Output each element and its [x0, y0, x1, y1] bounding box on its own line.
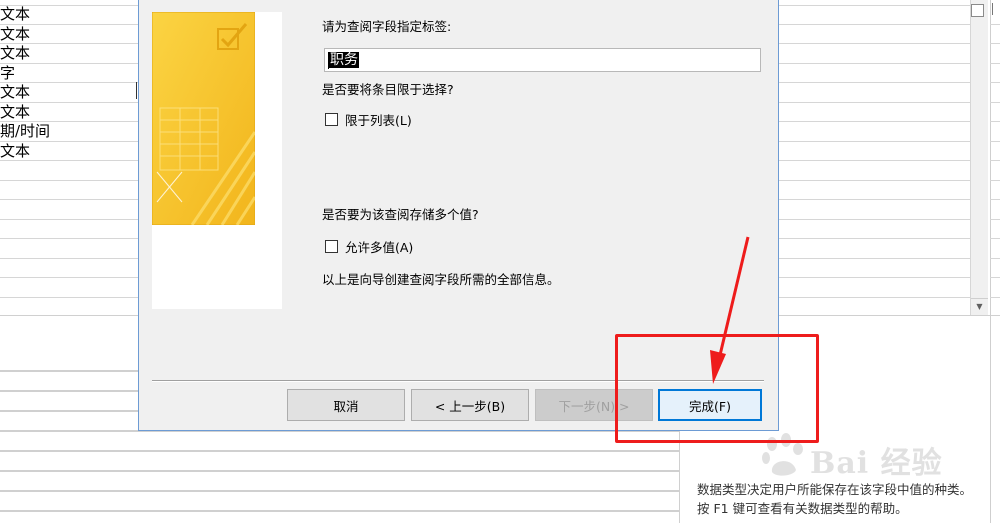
- row-divider: [778, 160, 970, 161]
- table-row[interactable]: [0, 181, 140, 200]
- multi-value-question: 是否要为该查阅存储多个值?: [322, 207, 479, 222]
- table-row[interactable]: 文本: [0, 141, 140, 161]
- lookup-label-input[interactable]: 职务: [324, 48, 761, 72]
- row-divider: [778, 82, 970, 83]
- annotation-arrow-icon: [710, 236, 750, 384]
- limit-to-list-option[interactable]: 限于列表(L): [325, 110, 412, 129]
- table-row[interactable]: [0, 161, 140, 181]
- row-divider: [778, 277, 970, 278]
- table-row[interactable]: [0, 200, 140, 220]
- cell-type: 文本: [0, 24, 31, 43]
- help-description: 数据类型决定用户所能保存在该字段中值的种类。按 F1 键可查看有关数据类型的帮助…: [697, 482, 973, 516]
- property-row-divider: [0, 490, 680, 492]
- limit-to-list-checkbox[interactable]: [325, 113, 338, 126]
- table-row[interactable]: [0, 278, 140, 298]
- allow-multiple-values-checkbox[interactable]: [325, 240, 338, 253]
- wizard-art-panel: [152, 12, 282, 309]
- cell-type: 文本: [0, 44, 31, 62]
- back-button[interactable]: < 上一步(B): [411, 389, 529, 421]
- property-row-divider: [0, 510, 680, 512]
- table-row[interactable]: 文本: [0, 102, 140, 122]
- table-row[interactable]: 文本: [0, 5, 140, 25]
- cell-type: 文本: [0, 83, 31, 101]
- vertical-scrollbar[interactable]: ▼: [970, 0, 988, 315]
- row-divider: [778, 297, 970, 298]
- cell-cursor: [136, 82, 137, 99]
- row-divider: [778, 121, 970, 122]
- summary-text: 以上是向导创建查阅字段所需的全部信息。: [322, 272, 560, 287]
- cell-type: 文本: [0, 5, 31, 23]
- label-prompt: 请为查阅字段指定标签:: [322, 19, 452, 34]
- chevron-down-icon[interactable]: ▼: [971, 298, 988, 315]
- datasheet-description-column: [778, 0, 970, 315]
- limit-question: 是否要将条目限于选择?: [322, 82, 454, 97]
- row-divider: [778, 5, 970, 6]
- wizard-illustration-icon: [152, 12, 255, 225]
- header-checkbox[interactable]: [971, 4, 984, 17]
- watermark-text: Bai 经验: [810, 446, 943, 481]
- allow-multiple-values-label[interactable]: 允许多值(A): [345, 237, 413, 256]
- cell-type: 文本: [0, 102, 31, 121]
- table-row[interactable]: 文本: [0, 44, 140, 64]
- row-divider: [778, 24, 970, 25]
- property-row-divider: [0, 470, 680, 472]
- table-row[interactable]: [0, 298, 140, 316]
- table-row[interactable]: [0, 220, 140, 239]
- datasheet-type-column: 文本 文本 文本 字 文本 文本 期/时间 文本: [0, 0, 140, 320]
- cell-type: 文本: [0, 141, 31, 160]
- row-divider: [778, 219, 970, 220]
- row-divider: [778, 199, 970, 200]
- row-divider: [778, 102, 970, 103]
- cell-type: 期/时间: [0, 122, 51, 140]
- cancel-button[interactable]: 取消: [287, 389, 405, 421]
- table-row[interactable]: 文本: [0, 83, 140, 103]
- property-row-divider: [0, 450, 680, 452]
- row-divider: [778, 43, 970, 44]
- table-row[interactable]: 文本: [0, 24, 140, 44]
- row-divider: [778, 238, 970, 239]
- right-gutter: [990, 0, 1000, 523]
- row-divider: [778, 180, 970, 181]
- table-row[interactable]: 字: [0, 63, 140, 83]
- row-divider: [778, 141, 970, 142]
- limit-to-list-label[interactable]: 限于列表(L): [345, 110, 412, 129]
- allow-multiple-values-option[interactable]: 允许多值(A): [325, 237, 413, 256]
- cell-type: 字: [0, 63, 16, 82]
- table-row[interactable]: 期/时间: [0, 122, 140, 142]
- selected-text: 职务: [329, 52, 359, 68]
- table-row[interactable]: [0, 239, 140, 259]
- row-divider: [778, 258, 970, 259]
- table-row[interactable]: [0, 259, 140, 278]
- row-divider: [778, 63, 970, 64]
